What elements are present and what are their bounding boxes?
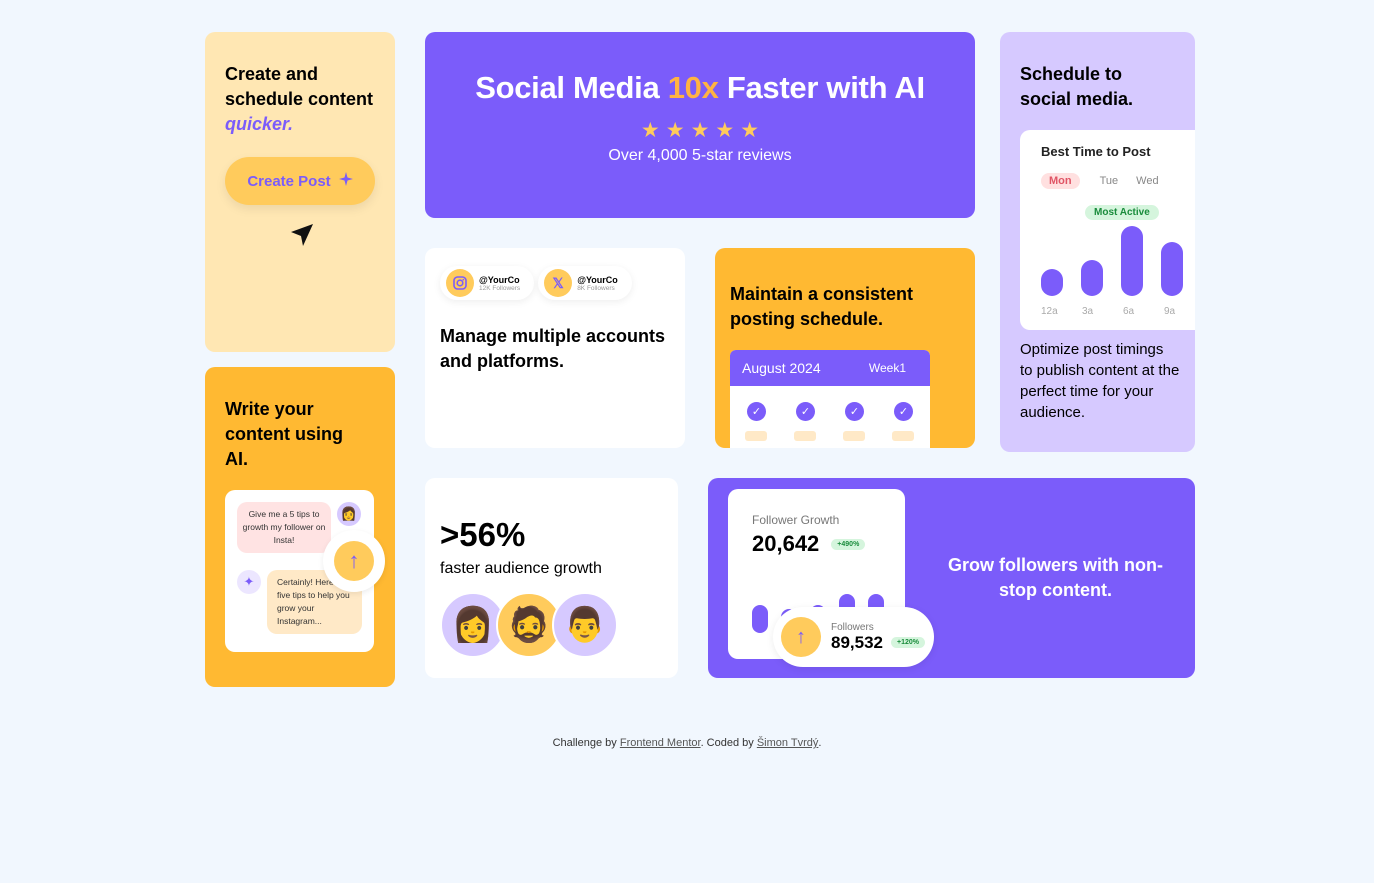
prompt-bubble: Give me a 5 tips to growth my follower o… [237, 502, 331, 553]
growth-label: faster audience growth [440, 560, 602, 577]
check-icon: ✓ [796, 402, 815, 421]
day-mon[interactable]: Mon [1041, 173, 1080, 189]
send-button[interactable]: ↑ [323, 530, 385, 592]
calendar-header: August 2024 Week1 [730, 350, 930, 386]
chart-bar [1081, 260, 1103, 296]
x-icon: 𝕏 [544, 269, 573, 297]
post-block [843, 431, 865, 441]
accounts-heading: Manage multiple accounts and platforms. [440, 326, 666, 371]
chart-bar [1041, 269, 1063, 296]
growth-widget-label: Follower Growth [752, 513, 840, 527]
account-followers: 8K Followers [577, 284, 615, 292]
star-icon: ★ [715, 119, 735, 142]
most-active-badge: Most Active [1085, 205, 1159, 220]
calendar-preview: August 2024 Week1 ✓ ✓ ✓ ✓ [730, 350, 930, 448]
followers-label: Followers [831, 621, 874, 633]
avatar: 👨 [552, 592, 618, 658]
time-label: 12a [1041, 306, 1058, 317]
post-block [794, 431, 816, 441]
time-label: 3a [1082, 306, 1094, 317]
post-blocks [730, 421, 930, 441]
calendar-month: August 2024 [742, 360, 821, 376]
account-chip[interactable]: @YourCo 12K Followers [440, 266, 534, 300]
day-wed[interactable]: Wed [1136, 175, 1158, 187]
star-icon: ★ [640, 119, 660, 142]
growth-pct-badge: +490% [831, 538, 866, 550]
account-followers: 12K Followers [479, 284, 521, 292]
chart-bar [752, 605, 768, 633]
account-list: @YourCo 12K Followers 𝕏 @YourCo 8K Follo… [440, 266, 670, 300]
cursor-arrow-icon [289, 222, 315, 253]
rating-stars: ★ ★ ★ ★ ★ [425, 120, 975, 141]
time-label: 6a [1123, 306, 1135, 317]
sparkle-icon: ✦ [237, 570, 261, 594]
schedule-card: Schedule to social media. Best Time to P… [1000, 32, 1195, 452]
hero-title: Social Media 10x Faster with AI [475, 70, 925, 105]
schedule-heading: Schedule to social media. [1020, 64, 1134, 109]
check-row: ✓ ✓ ✓ ✓ [730, 386, 930, 421]
check-icon: ✓ [894, 402, 913, 421]
followers-pct-badge: +120% [891, 637, 925, 648]
consistent-heading: Maintain a consistent posting schedule. [730, 284, 914, 329]
chart-title: Best Time to Post [1041, 144, 1151, 159]
post-block [892, 431, 914, 441]
schedule-description: Optimize post timings to publish content… [1020, 341, 1180, 421]
day-tue[interactable]: Tue [1100, 175, 1119, 187]
growth-widget-value: 20,642 +490% [752, 531, 905, 557]
check-icon: ✓ [845, 402, 864, 421]
create-post-card: Create and schedule content quicker. Cre… [205, 32, 395, 352]
chart-bar [1161, 242, 1183, 296]
calendar-week: Week1 [868, 361, 906, 375]
account-handle: @YourCo [479, 274, 520, 285]
avatar-group: 👩 🧔 👨 [440, 592, 663, 658]
reviews-text: Over 4,000 5-star reviews [608, 147, 792, 164]
check-icon: ✓ [747, 402, 766, 421]
create-heading-emphasis: quicker. [225, 114, 294, 134]
account-chip[interactable]: 𝕏 @YourCo 8K Followers [538, 266, 632, 300]
time-labels: 12a 3a 6a 9a [1041, 306, 1195, 317]
day-selector: Mon Tue Wed [1041, 173, 1195, 189]
avatar: 👩 [337, 502, 361, 526]
grow-followers-card: Follower Growth 20,642 +490% ↑ Followers… [708, 478, 1195, 678]
post-block [745, 431, 767, 441]
create-post-label: Create Post [247, 172, 331, 190]
author-link[interactable]: Šimon Tvrdý [757, 737, 819, 749]
best-time-chart: Best Time to Post Mon Tue Wed Most Activ… [1020, 130, 1195, 330]
growth-stat: >56% [440, 516, 526, 553]
create-post-button[interactable]: Create Post [225, 157, 375, 205]
time-label: 9a [1164, 306, 1176, 317]
followers-value: 89,532 +120% [831, 633, 925, 653]
instagram-icon [446, 269, 474, 297]
consistent-schedule-card: Maintain a consistent posting schedule. … [715, 248, 975, 448]
sparkle-icon [338, 172, 353, 190]
followers-widget: ↑ Followers 89,532 +120% [773, 607, 934, 667]
time-bars [1041, 226, 1183, 296]
star-icon: ★ [665, 119, 685, 142]
create-heading: Create and schedule content quicker. [225, 62, 375, 137]
accounts-card: @YourCo 12K Followers 𝕏 @YourCo 8K Follo… [425, 248, 685, 448]
star-icon: ★ [690, 119, 710, 142]
grow-followers-text: Grow followers with non-stop content. [948, 555, 1163, 600]
arrow-up-icon: ↑ [781, 617, 821, 657]
growth-stat-card: >56% faster audience growth 👩 🧔 👨 [425, 478, 678, 678]
hero-card: Social Media 10x Faster with AI ★ ★ ★ ★ … [425, 32, 975, 218]
ai-heading: Write your content using AI. [225, 399, 343, 469]
chart-bar [1121, 226, 1143, 296]
attribution-footer: Challenge by Frontend Mentor. Coded by Š… [552, 737, 822, 749]
ai-writing-card: Write your content using AI. Give me a 5… [205, 367, 395, 687]
arrow-up-icon: ↑ [334, 541, 374, 581]
frontend-mentor-link[interactable]: Frontend Mentor [620, 737, 701, 749]
chat-preview: Give me a 5 tips to growth my follower o… [225, 490, 385, 652]
star-icon: ★ [740, 119, 760, 142]
account-handle: @YourCo [577, 274, 618, 285]
